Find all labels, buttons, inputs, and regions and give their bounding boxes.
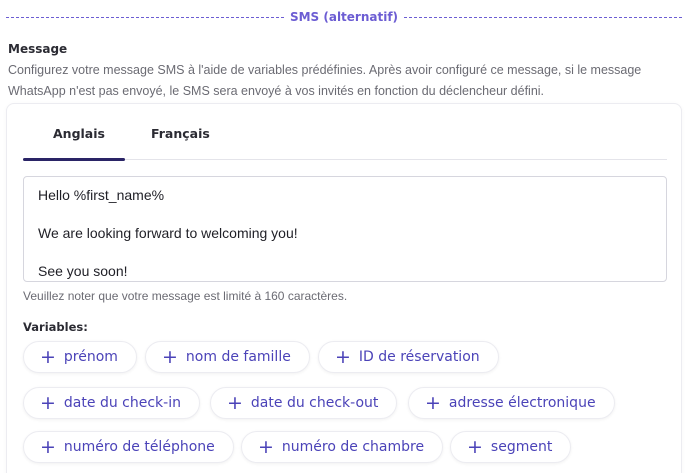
variable-chip-label: prénom xyxy=(63,349,118,365)
plus-icon: + xyxy=(40,345,56,368)
tab-anglais[interactable]: Anglais xyxy=(53,126,105,141)
variable-chip-date-check-in[interactable]: + date du check-in xyxy=(23,387,200,419)
plus-icon: + xyxy=(40,391,56,414)
variable-chip-nom-de-famille[interactable]: + nom de famille xyxy=(145,341,310,373)
variable-chip-label: numéro de téléphone xyxy=(63,439,215,455)
divider-label: SMS (alternatif) xyxy=(289,10,399,24)
variable-chip-prenom[interactable]: + prénom xyxy=(23,341,137,373)
plus-icon: + xyxy=(227,391,243,414)
plus-icon: + xyxy=(425,391,441,414)
variable-chip-label: numéro de chambre xyxy=(281,439,425,455)
variable-chip-label: segment xyxy=(490,439,553,455)
plus-icon: + xyxy=(467,435,483,458)
message-card: Anglais Français Hello %first_name% We a… xyxy=(6,103,682,473)
plus-icon: + xyxy=(335,345,351,368)
character-limit-hint: Veuillez noter que votre message est lim… xyxy=(23,289,348,303)
plus-icon: + xyxy=(40,435,56,458)
message-textarea[interactable]: Hello %first_name% We are looking forwar… xyxy=(23,176,667,282)
message-line: Hello %first_name% xyxy=(38,187,165,203)
message-line: We are looking forward to welcoming you! xyxy=(38,225,298,241)
section-divider: SMS (alternatif) xyxy=(6,8,682,26)
variables-title: Variables: xyxy=(23,320,88,334)
variable-chip-label: adresse électronique xyxy=(448,395,596,411)
variable-chip-label: date du check-in xyxy=(63,395,181,411)
variable-chip-label: nom de famille xyxy=(185,349,291,365)
plus-icon: + xyxy=(258,435,274,458)
variable-chip-label: date du check-out xyxy=(250,395,379,411)
section-description: Configurez votre message SMS à l'aide de… xyxy=(8,63,642,98)
language-tabs: Anglais Français xyxy=(23,104,667,161)
divider-line-left xyxy=(6,16,284,18)
plus-icon: + xyxy=(162,345,178,368)
message-line: See you soon! xyxy=(38,263,128,279)
variable-chip-numero-telephone[interactable]: + numéro de téléphone xyxy=(23,431,234,463)
variable-chip-segment[interactable]: + segment xyxy=(450,431,572,463)
variable-chip-label: ID de réservation xyxy=(358,349,480,365)
section-title: Message xyxy=(8,42,68,56)
variable-chip-numero-chambre[interactable]: + numéro de chambre xyxy=(241,431,444,463)
variable-chip-date-check-out[interactable]: + date du check-out xyxy=(210,387,398,419)
variable-chip-adresse-electronique[interactable]: + adresse électronique xyxy=(408,387,615,419)
variable-chip-id-reservation[interactable]: + ID de réservation xyxy=(318,341,499,373)
active-tab-indicator xyxy=(23,158,125,161)
divider-line-right xyxy=(404,16,682,18)
tab-francais[interactable]: Français xyxy=(151,126,210,141)
